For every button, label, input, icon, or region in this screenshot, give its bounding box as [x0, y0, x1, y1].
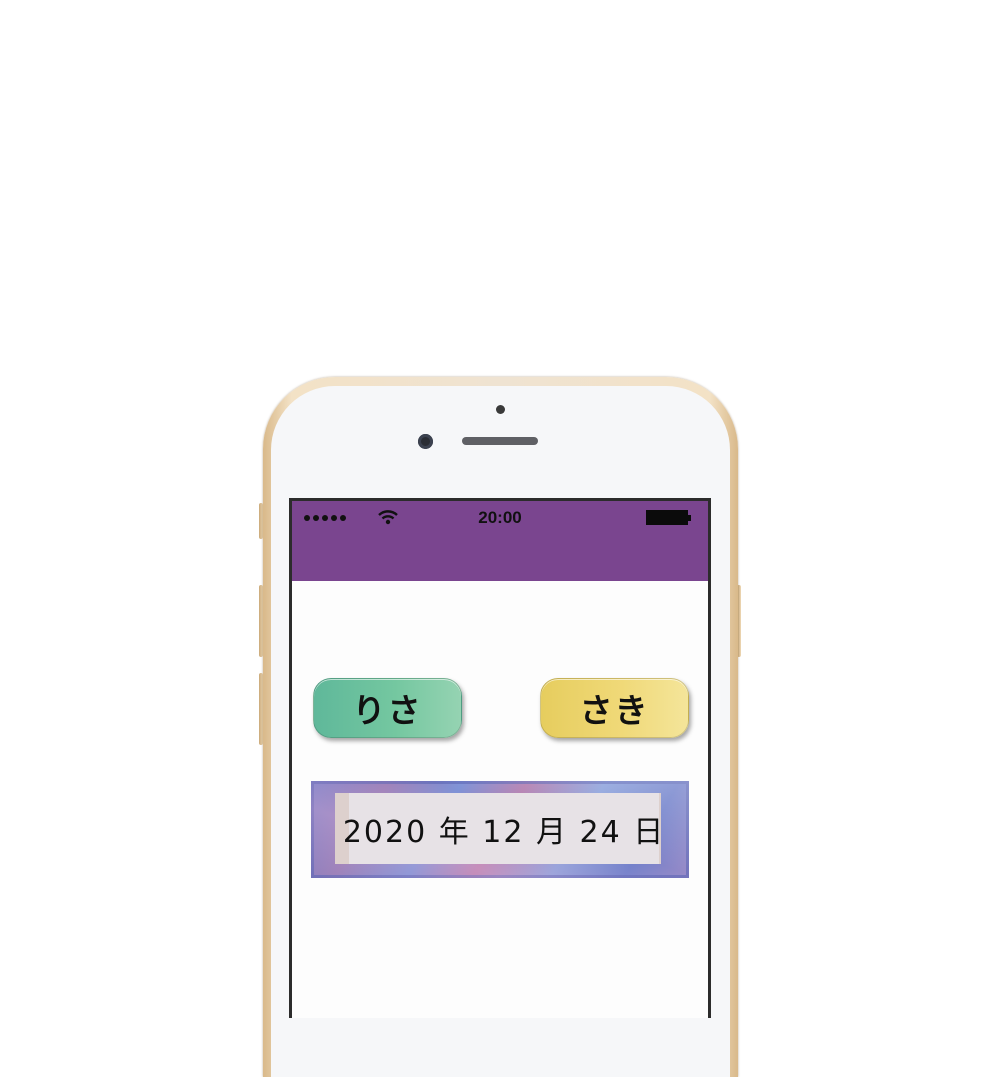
proximity-sensor [496, 405, 505, 414]
app-view: 20:00 りさ さき 2020 年 12 月 24 日 [292, 501, 708, 1018]
status-bar: 20:00 [292, 501, 708, 581]
earpiece-speaker [462, 437, 538, 445]
date-display-panel: 2020 年 12 月 24 日 [335, 793, 663, 864]
date-text: 2020 年 12 月 24 日 [342, 814, 666, 850]
battery-icon [646, 510, 691, 525]
front-camera-icon [418, 434, 433, 449]
risa-button[interactable]: りさ [313, 678, 462, 738]
date-display-frame: 2020 年 12 月 24 日 [311, 781, 689, 878]
saki-button[interactable]: さき [540, 678, 689, 738]
phone-screen: 20:00 りさ さき 2020 年 12 月 24 日 [289, 498, 711, 1018]
